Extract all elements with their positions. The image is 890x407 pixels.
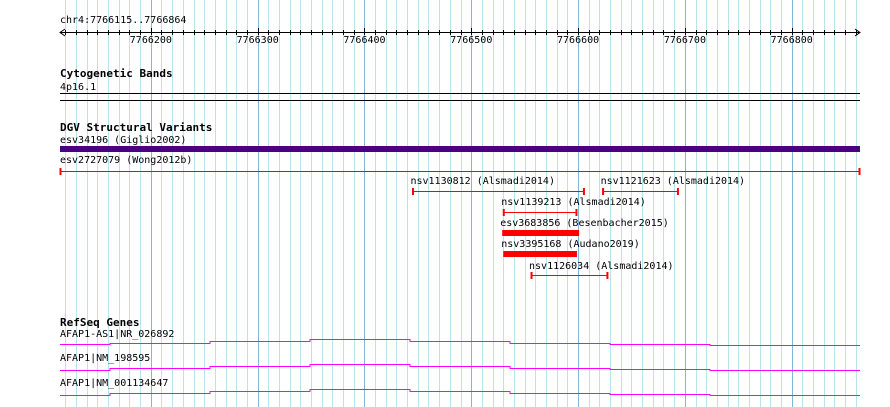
variant-bar — [503, 251, 577, 257]
track-marks — [59, 28, 861, 396]
variant-bar — [60, 146, 860, 152]
variant-bar — [502, 230, 580, 236]
gene-intron-line — [60, 364, 860, 371]
genome-browser-panel: chr4:7766115..7766864 7766200 7766300 7766… — [0, 0, 890, 407]
gene-intron-line — [60, 389, 860, 396]
gene-intron-line — [60, 339, 860, 346]
